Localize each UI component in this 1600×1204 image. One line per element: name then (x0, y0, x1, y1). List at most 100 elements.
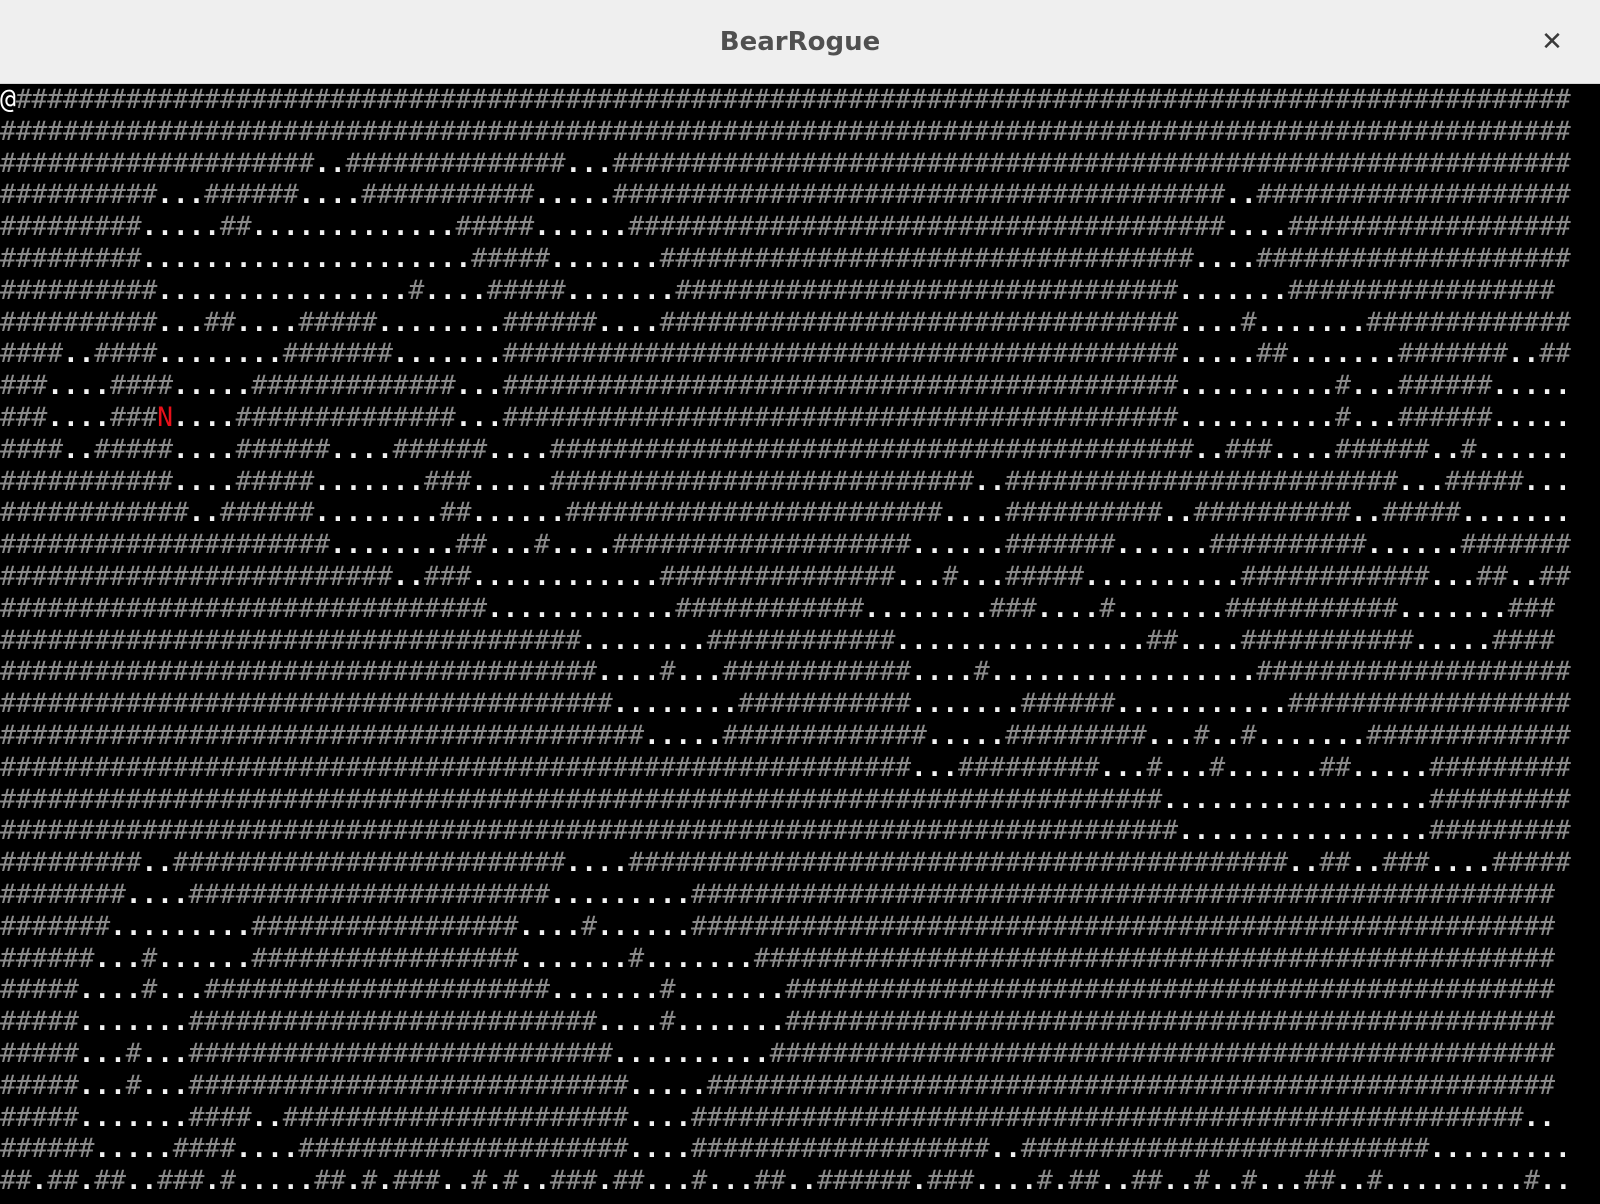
floor-tiles: .. (62, 433, 95, 465)
wall-tiles: ## (1146, 624, 1178, 656)
floor-tiles: .. (973, 465, 1006, 497)
floor-tiles: .. (188, 497, 220, 529)
wall-tiles: ####################################### (612, 179, 1226, 211)
wall-tiles: ######### (957, 751, 1100, 783)
wall-tiles: ######### (1005, 719, 1147, 751)
wall-tiles: ########################################… (691, 910, 1555, 942)
floor-tiles: ... (958, 560, 1006, 592)
floor-tiles: .... (172, 465, 236, 497)
floor-tiles: ....... (518, 942, 629, 974)
floor-tiles: .... (1272, 433, 1335, 465)
wall-tiles: # (1523, 1165, 1540, 1197)
wall-tiles: # (659, 1006, 676, 1038)
wall-tiles: ### (424, 560, 472, 592)
wall-tiles: ############## (345, 147, 566, 179)
floor-tiles: ..... (1492, 370, 1571, 402)
map-row: ######.....####....#####################… (0, 1133, 1600, 1165)
floor-tiles: ........ (863, 592, 990, 624)
window-titlebar: BearRogue ✕ (0, 0, 1600, 84)
floor-tiles: ... (141, 1069, 189, 1101)
wall-tiles: ##### (0, 1006, 79, 1038)
floor-tiles: .... (1036, 592, 1100, 624)
floor-tiles: . (597, 1165, 613, 1197)
wall-tiles: ############# (722, 719, 927, 751)
floor-tiles: ........... (1115, 688, 1288, 720)
wall-tiles: # (1241, 1165, 1257, 1197)
map-row: #########..#########################....… (0, 847, 1600, 879)
wall-tiles: ###### (1397, 401, 1493, 433)
wall-tiles: ####################### (188, 878, 550, 910)
floor-tiles: .... (518, 910, 582, 942)
floor-tiles: .. (1162, 1165, 1195, 1197)
wall-tiles: ########################################… (628, 847, 1288, 879)
wall-tiles: ### (1507, 592, 1555, 624)
floor-tiles: ................ (157, 274, 409, 306)
wall-tiles: # (471, 1165, 488, 1197)
wall-tiles: ######### (1429, 751, 1571, 783)
wall-tiles: ########## (0, 306, 158, 338)
floor-tiles: .. (1429, 433, 1461, 465)
floor-tiles: ..... (141, 211, 220, 243)
floor-tiles: .. (439, 1165, 472, 1197)
wall-tiles: ############################### (0, 592, 487, 624)
map-row: #######################################.… (0, 688, 1600, 720)
wall-tiles: # (659, 656, 676, 688)
floor-tiles: ..... (172, 370, 252, 402)
wall-tiles: ########################################… (0, 815, 1178, 847)
wall-tiles: ###################### (204, 974, 550, 1006)
map-row: #########.....##.............#####......… (0, 211, 1600, 243)
wall-tiles: ############# (1366, 719, 1571, 751)
wall-tiles: ############ (675, 592, 864, 624)
floor-tiles: ....... (392, 338, 503, 370)
wall-tiles: ############# (251, 370, 456, 402)
floor-tiles: ... (1429, 560, 1477, 592)
floor-tiles: ............ (471, 560, 660, 592)
floor-tiles: ................ (1177, 815, 1430, 847)
wall-tiles: # (533, 529, 550, 561)
floor-tiles: . (31, 1165, 48, 1197)
floor-tiles: .. (314, 147, 346, 179)
wall-tiles: ###################################### (628, 211, 1225, 243)
wall-tiles: # (141, 974, 158, 1006)
floor-tiles: ................. (989, 656, 1257, 688)
map-row: ########################################… (0, 720, 1600, 752)
wall-tiles: ########## (1209, 529, 1367, 561)
wall-tiles: ### (0, 370, 48, 402)
wall-tiles: # (408, 274, 425, 306)
floor-tiles: ... (486, 529, 534, 561)
floor-tiles: . (1052, 1165, 1069, 1197)
wall-tiles: ###### (0, 942, 95, 974)
floor-tiles: .. (392, 560, 425, 592)
floor-tiles: .... (1193, 242, 1257, 274)
floor-tiles: .. (251, 1101, 283, 1133)
floor-tiles: ...... (1476, 433, 1571, 465)
wall-tiles: ###### (219, 497, 315, 529)
wall-tiles: # (1209, 751, 1226, 783)
floor-tiles: ....... (643, 942, 754, 974)
wall-tiles: ##### (455, 211, 534, 243)
wall-tiles: ## (1131, 1165, 1163, 1197)
close-icon[interactable]: ✕ (1532, 22, 1572, 62)
wall-tiles: #### (188, 1101, 252, 1133)
floor-tiles: .... (1225, 211, 1288, 243)
floor-tiles: .... (329, 433, 393, 465)
map-row: #####....#...######################.....… (0, 974, 1600, 1006)
floor-tiles: ........ (581, 624, 707, 656)
wall-tiles: ### (926, 1165, 975, 1197)
floor-tiles: .... (596, 656, 660, 688)
floor-tiles: .. (518, 1165, 551, 1197)
wall-tiles: ## (1539, 338, 1571, 370)
wall-tiles: #### (109, 370, 173, 402)
wall-tiles: ##### (298, 306, 377, 338)
wall-tiles: ########### (361, 179, 534, 211)
wall-tiles: # (1460, 433, 1477, 465)
floor-tiles: ....... (1256, 306, 1367, 338)
wall-tiles: # (942, 560, 959, 592)
wall-tiles: ###### (502, 306, 597, 338)
floor-tiles: .... (235, 1133, 299, 1165)
wall-tiles: ######################### (1005, 465, 1398, 497)
floor-tiles: ... (157, 306, 205, 338)
floor-tiles: ... (94, 942, 142, 974)
floor-tiles: ... (1397, 465, 1445, 497)
floor-tiles: .... (486, 433, 550, 465)
